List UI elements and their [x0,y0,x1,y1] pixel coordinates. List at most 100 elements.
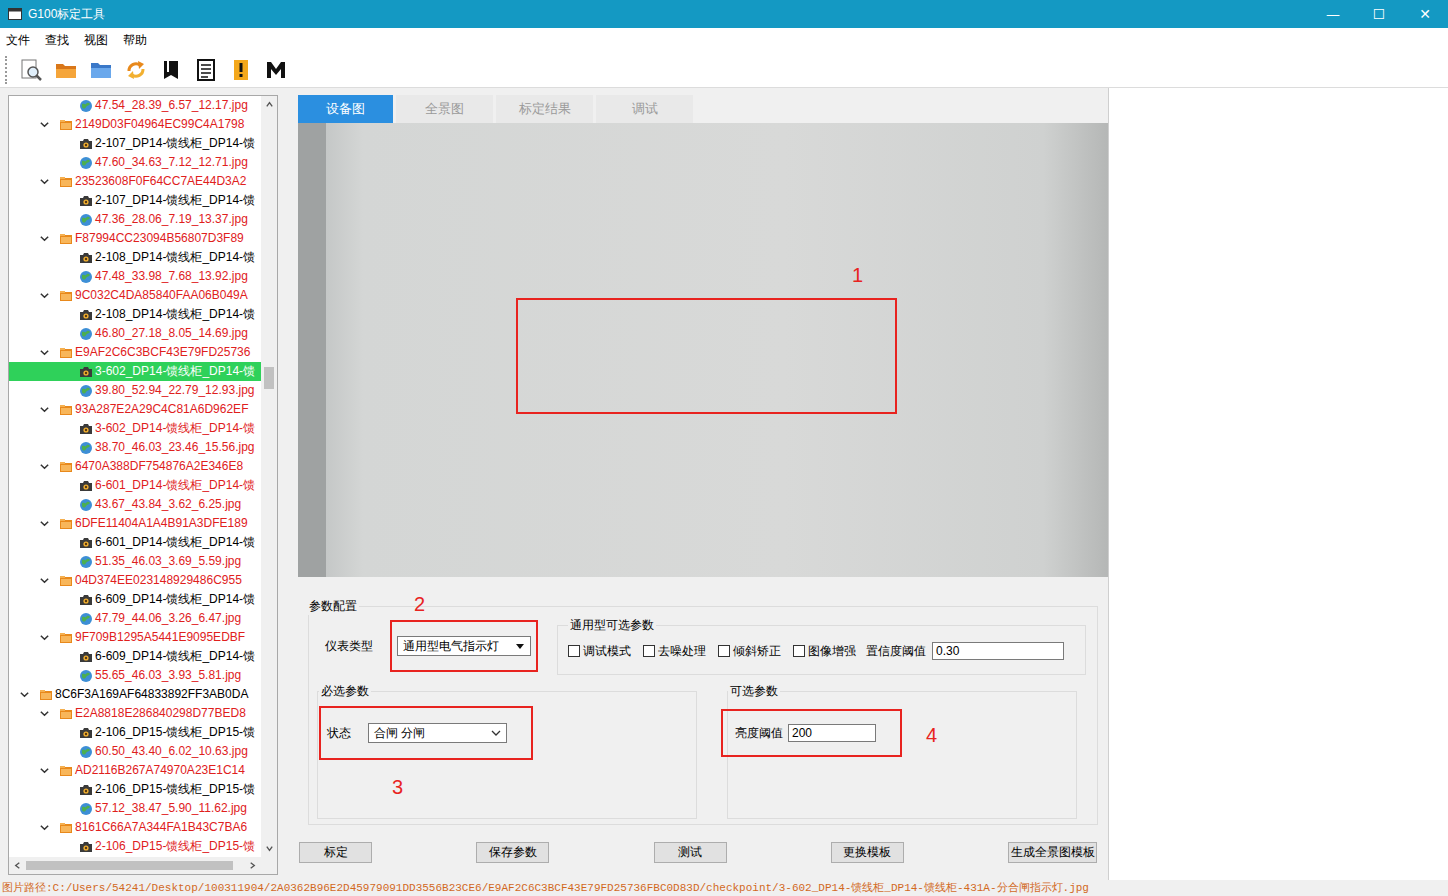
option-checkbox[interactable]: 去噪处理 [643,643,706,660]
tree-item[interactable]: AD2116B267A74970A23E1C14 [9,761,261,780]
close-button[interactable]: ✕ [1402,0,1448,28]
checkbox-box[interactable] [793,645,805,657]
menu-item[interactable]: 查找 [45,30,69,51]
brightness-input[interactable]: 200 [788,724,876,742]
tree-item[interactable]: 47.48_33.98_7.68_13.92.jpg [9,267,261,286]
tree-item[interactable]: 47.79_44.06_3.26_6.47.jpg [9,609,261,628]
tree-item[interactable]: 60.50_43.40_6.02_10.63.jpg [9,742,261,761]
option-checkbox[interactable]: 图像增强 [793,643,856,660]
tree-item[interactable]: 6470A388DF754876A2E346E8 [9,457,261,476]
tree-item[interactable]: 04D374EE023148929486C955 [9,571,261,590]
menu-item[interactable]: 视图 [84,30,108,51]
calibrate-button[interactable]: 标定 [299,842,372,863]
tree-item[interactable]: 23523608F0F64CC7AE44D3A2 [9,172,261,191]
menu-item[interactable]: 文件 [6,30,30,51]
tree-item[interactable]: 55.65_46.03_3.93_5.81.jpg [9,666,261,685]
preview-button[interactable] [16,55,46,85]
expand-arrow-icon[interactable] [39,404,50,415]
generate-panorama-button[interactable]: 生成全景图模板 [1008,842,1097,863]
device-photo: 1 [298,123,1108,577]
expand-arrow-icon[interactable] [39,461,50,472]
checkbox-box[interactable] [568,645,580,657]
folder-button[interactable] [86,55,116,85]
expand-arrow-icon[interactable] [39,632,50,643]
scroll-thumb[interactable] [264,367,274,389]
maximize-button[interactable]: ☐ [1356,0,1402,28]
tree-item[interactable]: 3-602_DP14-馈线柜_DP14-馈 [9,419,261,438]
tree-item[interactable]: 46.80_27.18_8.05_14.69.jpg [9,324,261,343]
scroll-thumb[interactable] [26,861,233,870]
tree-item[interactable]: 6DFE11404A1A4B91A3DFE189 [9,514,261,533]
tree-item[interactable]: 2-106_DP15-馈线柜_DP15-馈 [9,723,261,742]
tree-item[interactable]: 6-601_DP14-馈线柜_DP14-馈 [9,476,261,495]
tab[interactable]: 调试 [596,95,693,123]
scroll-down-icon[interactable] [265,844,274,853]
menu-item[interactable]: 帮助 [123,30,147,51]
tree-item[interactable]: 6-601_DP14-馈线柜_DP14-馈 [9,533,261,552]
vertical-scrollbar[interactable] [261,96,277,857]
tree-item[interactable]: 2-106_DP15-馈线柜_DP15-馈 [9,780,261,799]
tree-item[interactable]: E2A8818E286840298D77BED8 [9,704,261,723]
model-button[interactable] [261,55,291,85]
option-checkbox[interactable]: 调试模式 [568,643,631,660]
expand-arrow-icon[interactable] [39,575,50,586]
expand-arrow-icon[interactable] [39,708,50,719]
expand-arrow-icon[interactable] [19,689,30,700]
tab[interactable]: 全景图 [396,95,493,123]
test-button[interactable]: 测试 [654,842,727,863]
tree-item[interactable]: 3-602_DP14-馈线柜_DP14-馈 [9,362,261,381]
tab[interactable]: 设备图 [298,95,393,123]
scroll-right-icon[interactable] [248,861,257,870]
tree-item[interactable]: F87994CC23094B56807D3F89 [9,229,261,248]
tree-item[interactable]: E9AF2C6C3BCF43E79FD25736 [9,343,261,362]
tree-item[interactable]: 8161C66A7A344FA1B43C7BA6 [9,818,261,837]
tree-item[interactable]: 6-609_DP14-馈线柜_DP14-馈 [9,647,261,666]
tree-item[interactable]: 2-108_DP14-馈线柜_DP14-馈 [9,305,261,324]
tab[interactable]: 标定结果 [496,95,593,123]
tree-item[interactable]: 57.12_38.47_5.90_11.62.jpg [9,799,261,818]
tree-item[interactable]: 9C032C4DA85840FAA06B049A [9,286,261,305]
tree-item[interactable]: 9F709B1295A5441E9095EDBF [9,628,261,647]
tree-item[interactable]: 2-106_DP15-馈线柜_DP15-馈 [9,837,261,856]
expand-arrow-icon[interactable] [39,233,50,244]
checkbox-box[interactable] [643,645,655,657]
expand-arrow-icon[interactable] [39,518,50,529]
expand-arrow-icon[interactable] [39,765,50,776]
expand-arrow-icon[interactable] [39,176,50,187]
horizontal-scrollbar[interactable] [9,857,277,874]
document-button[interactable] [191,55,221,85]
tree-item[interactable]: 2-107_DP14-馈线柜_DP14-馈 [9,191,261,210]
change-template-button[interactable]: 更换模板 [831,842,904,863]
tree-item[interactable]: 2-108_DP14-馈线柜_DP14-馈 [9,248,261,267]
tree-item[interactable]: 38.70_46.03_23.46_15.56.jpg [9,438,261,457]
expand-arrow-icon[interactable] [39,119,50,130]
tree-item[interactable]: 43.67_43.84_3.62_6.25.jpg [9,495,261,514]
tree-item[interactable]: 93A287E2A29C4C81A6D962EF [9,400,261,419]
state-select[interactable]: 合闸 分闸 [368,723,507,743]
meter-type-select[interactable]: 通用型电气指示灯 [397,636,531,656]
scroll-up-icon[interactable] [265,100,274,109]
expand-arrow-icon[interactable] [39,290,50,301]
save-params-button[interactable]: 保存参数 [476,842,549,863]
option-checkbox[interactable]: 倾斜矫正 [718,643,781,660]
checkbox-box[interactable] [718,645,730,657]
tree-item[interactable]: 51.35_46.03_3.69_5.59.jpg [9,552,261,571]
scroll-left-icon[interactable] [13,861,22,870]
expand-arrow-icon[interactable] [39,822,50,833]
globe-icon [79,441,93,455]
expand-arrow-icon[interactable] [39,347,50,358]
tree-item[interactable]: 2149D03F04964EC99C4A1798 [9,115,261,134]
confidence-input[interactable]: 0.30 [932,642,1064,660]
refresh-button[interactable] [121,55,151,85]
tree-item[interactable]: 6-609_DP14-馈线柜_DP14-馈 [9,590,261,609]
tree-item[interactable]: 8C6F3A169AF64833892FF3AB0DA [9,685,261,704]
tree-item[interactable]: 47.36_28.06_7.19_13.37.jpg [9,210,261,229]
minimize-button[interactable]: — [1310,0,1356,28]
warning-button[interactable] [226,55,256,85]
tree-item[interactable]: 47.60_34.63_7.12_12.71.jpg [9,153,261,172]
tree-item[interactable]: 47.54_28.39_6.57_12.17.jpg [9,96,261,115]
tree-item[interactable]: 2-107_DP14-馈线柜_DP14-馈 [9,134,261,153]
tree-item[interactable]: 39.80_52.94_22.79_12.93.jpg [9,381,261,400]
open-button[interactable] [51,55,81,85]
bookmark-button[interactable] [156,55,186,85]
